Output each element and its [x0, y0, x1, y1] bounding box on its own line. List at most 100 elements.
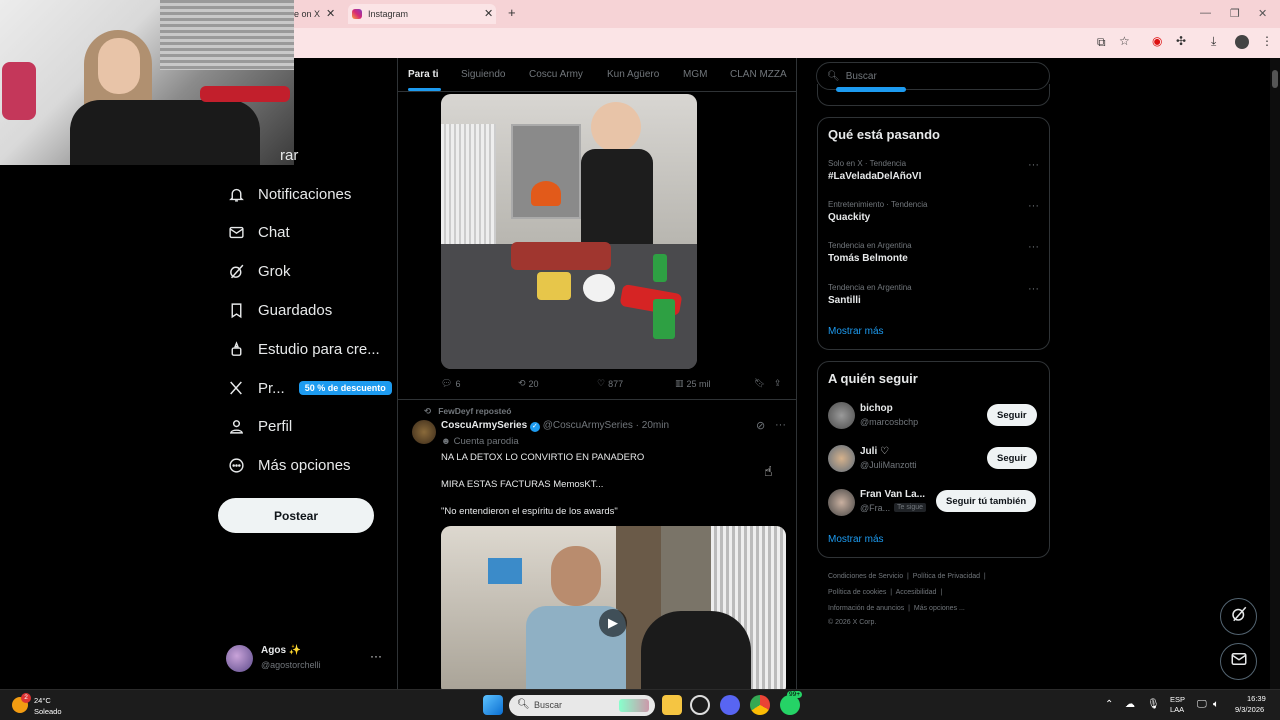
account-switcher[interactable]: Agos ✨ @agostorchelli ··· — [226, 644, 386, 674]
browser-tab-x[interactable]: e on X — [294, 4, 320, 24]
clock-date[interactable]: 9/3/2026 — [1235, 705, 1264, 714]
sidebar-item-chat[interactable]: Chat — [226, 217, 290, 247]
mail-icon — [1230, 650, 1248, 673]
footer-link[interactable]: Política de Privacidad — [913, 573, 980, 580]
post-image[interactable] — [441, 94, 697, 369]
windows-start-icon[interactable] — [483, 695, 503, 715]
sidebar-item-bookmarks[interactable]: Guardados — [226, 295, 332, 325]
footer-link[interactable]: Política de cookies — [828, 589, 886, 596]
follow-button[interactable]: Seguir — [987, 404, 1037, 426]
download-icon[interactable]: ⤓ — [1211, 34, 1216, 49]
maximize-icon[interactable]: ❐ — [1230, 7, 1240, 20]
wall-picture — [488, 558, 522, 584]
page-scrollbar[interactable] — [1270, 58, 1280, 689]
sidebar-item-premium[interactable]: Pr... 50 % de descuento — [226, 373, 392, 403]
post-more-icon[interactable]: ··· — [775, 419, 786, 431]
footer-row: Política de cookies | Accesibilidad | — [828, 589, 943, 596]
messages-fab[interactable] — [1220, 643, 1257, 680]
sidebar-item-more[interactable]: Más opciones — [226, 450, 351, 480]
microphone-icon[interactable]: 🎙︎ — [1147, 699, 1160, 710]
footer-link[interactable]: Condiciones de Servicio — [828, 573, 903, 580]
bookmark-icon — [226, 300, 246, 320]
views-action[interactable]: ▥ 25 mil — [675, 378, 711, 389]
trend-more-icon[interactable]: ··· — [1028, 241, 1039, 253]
sidebar-item-label: Notificaciones — [258, 185, 352, 203]
volume-icon[interactable]: 🔈︎ — [1213, 699, 1219, 710]
author-avatar[interactable] — [412, 420, 436, 444]
account-name: Agos ✨ — [261, 645, 302, 656]
sidebar-item-label: Chat — [258, 223, 290, 241]
sidebar-item-profile[interactable]: Perfil — [226, 411, 292, 441]
keyboard-layout[interactable]: LAA — [1170, 705, 1184, 714]
post-button[interactable]: Postear — [218, 498, 374, 533]
file-explorer-icon[interactable] — [662, 695, 682, 715]
reply-count: 6 — [455, 378, 461, 389]
tab-following[interactable]: Siguiendo — [461, 69, 505, 80]
tray-app-icon[interactable]: ☁ — [1125, 699, 1135, 710]
install-app-icon[interactable]: ⧉ — [1097, 35, 1106, 50]
trend-meta: Entretenimiento · Tendencia — [828, 200, 928, 209]
timeline: Para ti Siguiendo Coscu Army Kun Agüero … — [397, 58, 797, 689]
browser-tab-instagram[interactable]: Instagram — [348, 4, 496, 24]
repost-action[interactable]: ⟲ 20 — [518, 378, 539, 389]
author-name[interactable]: CoscuArmySeries — [441, 420, 527, 431]
close-tab-icon[interactable]: ✕ — [484, 7, 493, 20]
tab-for-you[interactable]: Para ti — [408, 69, 439, 80]
language-indicator[interactable]: ESP — [1170, 695, 1185, 704]
like-action[interactable]: ♡ 877 — [597, 378, 623, 389]
reply-action[interactable]: 💬︎ 6 — [441, 378, 460, 389]
minimize-icon[interactable]: — — [1200, 7, 1211, 19]
follow-button[interactable]: Seguir — [987, 447, 1037, 469]
trends-show-more[interactable]: Mostrar más — [828, 326, 884, 337]
menu-kebab-icon[interactable]: ⋮ — [1261, 34, 1273, 48]
whatsapp-icon[interactable] — [780, 695, 800, 715]
new-tab-icon[interactable]: + — [508, 5, 516, 20]
bookmark-post-icon[interactable]: 🔖︎ — [754, 378, 765, 389]
more-dots-icon: ··· — [370, 649, 382, 663]
weather-widget[interactable]: 2 24°C Soleado — [12, 693, 92, 718]
sidebar-item-grok[interactable]: Grok — [226, 256, 291, 286]
person-face — [591, 102, 641, 152]
close-tab-icon[interactable]: ✕ — [326, 7, 335, 20]
sidebar-item-creator-studio[interactable]: Estudio para cre... — [226, 334, 380, 364]
scrollbar-thumb[interactable] — [1272, 70, 1278, 88]
taskbar-search[interactable]: 🔍︎ Buscar — [509, 695, 655, 716]
footer-link[interactable]: Accesibilidad — [896, 589, 937, 596]
tab-mgm[interactable]: MGM — [683, 69, 707, 80]
avatar — [828, 445, 855, 472]
grok-fab[interactable] — [1220, 598, 1257, 635]
profile-avatar[interactable] — [1235, 35, 1249, 49]
settings-gear-icon[interactable] — [690, 695, 710, 715]
extensions-icon[interactable]: ✣ — [1176, 34, 1186, 48]
discord-icon[interactable] — [720, 695, 740, 715]
close-window-icon[interactable]: ✕ — [1258, 7, 1267, 20]
grok-post-icon[interactable]: ⊘ — [756, 419, 765, 432]
trend-more-icon[interactable]: ··· — [1028, 283, 1039, 295]
sidebar-item-notifications[interactable]: Notificaciones — [226, 179, 351, 209]
webcam-overlay — [0, 0, 294, 165]
follow-title: A quién seguir — [828, 371, 918, 386]
tray-overflow-icon[interactable]: ⌃ — [1105, 699, 1113, 710]
trend-meta: Tendencia en Argentina — [828, 283, 912, 292]
footer-link[interactable]: Más opciones ... — [914, 605, 965, 612]
post-video[interactable]: ▶ — [441, 526, 786, 689]
trends-panel: Qué está pasando Solo en X · Tendencia #L… — [817, 117, 1050, 350]
more-circle-icon — [226, 455, 246, 475]
share-icon[interactable]: ⇪ — [774, 378, 782, 389]
tab-title: e on X — [294, 9, 321, 19]
trend-more-icon[interactable]: ··· — [1028, 159, 1039, 171]
tab-clan-mzza[interactable]: CLAN MZZA — [730, 69, 787, 80]
play-icon[interactable]: ▶ — [599, 609, 627, 637]
clock-time[interactable]: 16:39 — [1247, 694, 1266, 703]
tab-kun-aguero[interactable]: Kun Agüero — [607, 69, 659, 80]
opera-extension-icon[interactable]: ◉ — [1152, 34, 1162, 48]
trend-more-icon[interactable]: ··· — [1028, 200, 1039, 212]
follow-show-more[interactable]: Mostrar más — [828, 534, 884, 545]
bookmark-star-icon[interactable]: ☆ — [1119, 34, 1130, 48]
tab-coscu-army[interactable]: Coscu Army — [529, 69, 583, 80]
footer-link[interactable]: Información de anuncios — [828, 605, 904, 612]
chrome-icon[interactable] — [750, 695, 770, 715]
network-icon[interactable]: 🖵︎ — [1197, 699, 1207, 710]
follow-back-button[interactable]: Seguir tú también — [936, 490, 1037, 512]
sidebar-item-partial[interactable]: rar — [280, 140, 298, 170]
